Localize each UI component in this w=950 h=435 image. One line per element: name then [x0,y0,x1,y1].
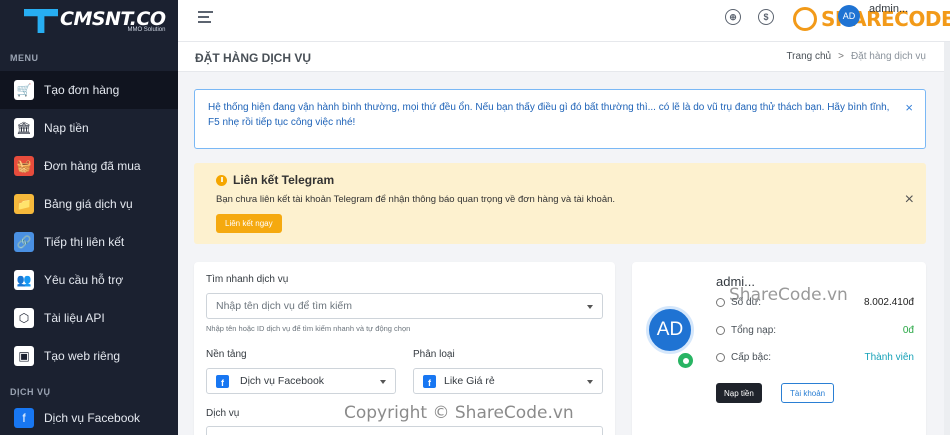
sidebar-item-api-docs[interactable]: ⬡ Tài liệu API [0,299,178,337]
rank-label: Cấp bậc: [731,352,772,363]
total-deposit-row: Tổng nạp: 0đ [716,325,914,336]
platform-label: Nền tảng [206,349,247,360]
sidebar-item-label: Đơn hàng đã mua [44,159,141,173]
balance-value: 8.002.410đ [863,297,914,308]
sidebar-item-label: Yêu cầu hỗ trợ [44,273,124,287]
basket-icon: 🧺 [14,156,34,176]
sharecode-logo-icon [793,7,817,31]
brand-logo[interactable]: CMSNT.CO MMO Solution [0,0,178,42]
folder-icon: 📁 [14,194,34,214]
breadcrumb-home[interactable]: Trang chủ [786,51,831,62]
globe-icon[interactable]: ⊕ [725,9,741,25]
currency-icon[interactable]: $ [758,9,774,25]
rank-row: Cấp bậc: Thành viên [716,352,914,363]
total-label: Tổng nạp: [731,325,777,336]
sidebar-item-create-site[interactable]: ▣ Tạo web riêng [0,337,178,375]
facebook-icon: f [423,374,436,388]
brand-tagline: MMO Solution [127,27,166,33]
telegram-text: Bạn chưa liên kết tài khoản Telegram để … [216,194,616,205]
sidebar-item-affiliate[interactable]: 🔗 Tiếp thị liên kết [0,223,178,261]
user-name[interactable]: admin... [869,3,908,15]
telegram-title: Liên kết Telegram [233,173,335,187]
wallet-icon [716,298,725,307]
telegram-alert: Liên kết Telegram Bạn chưa liên kết tài … [194,163,926,244]
menu-toggle-icon[interactable] [198,11,213,23]
rank-value: Thành viên [864,352,914,363]
sidebar-item-label: Nạp tiền [44,121,89,135]
facebook-icon: f [216,374,229,388]
chevron-down-icon [587,380,593,384]
notice-text: Hệ thống hiện đang vận hành bình thường,… [208,102,890,128]
breadcrumb-current: Đặt hàng dịch vụ [850,51,926,62]
sidebar-item-label: Dịch vụ Facebook [44,411,141,425]
avatar[interactable]: AD [838,5,860,27]
search-help: Nhập tên hoặc ID dịch vụ để tìm kiếm nha… [206,324,411,333]
category-label: Phân loại [413,349,455,360]
close-icon[interactable]: × [905,191,914,209]
chevron-down-icon [380,380,386,384]
logo-mark-icon [24,9,58,33]
order-form-card: Tìm nhanh dịch vụ Nhập tên dịch vụ để tì… [194,262,615,435]
page-header: ĐẶT HÀNG DỊCH VỤ Trang chủ > Đặt hàng dịch… [178,42,950,72]
sidebar-item-label: Tạo web riêng [44,349,121,363]
link-icon: 🔗 [14,232,34,252]
profile-card: AD admi... Số dư: 8.002.410đ Tổng nạp: 0… [632,262,926,435]
sidebar-item-label: Tiếp thị liên kết [44,235,125,249]
breadcrumb-separator: > [838,51,844,62]
platform-value: Dịch vụ Facebook [240,375,325,387]
menu-section-title: MENU [10,53,39,63]
balance-row: Số dư: 8.002.410đ [716,297,914,308]
category-value: Like Giá rẻ [444,375,495,387]
sidebar-item-support[interactable]: 👥 Yêu cầu hỗ trợ [0,261,178,299]
profile-name: admi... [716,274,756,289]
total-value: 0đ [902,325,914,336]
api-icon: ⬡ [14,308,34,328]
sidebar-item-create-order[interactable]: 🛒 Tạo đơn hàng [0,71,178,109]
page-scrollbar[interactable] [944,42,950,435]
close-icon[interactable]: × [905,100,913,115]
brand-name: CMSNT.CO [60,8,166,30]
service-label: Dịch vụ [206,408,240,419]
search-placeholder: Nhập tên dịch vụ để tìm kiếm [216,300,352,312]
sidebar-item-deposit[interactable]: 🏛 Nạp tiền [0,109,178,147]
sidebar-item-facebook[interactable]: f Dịch vụ Facebook [0,399,178,435]
link-telegram-button[interactable]: Liên kết ngay [216,214,282,233]
breadcrumb: Trang chủ > Đặt hàng dịch vụ [786,51,926,62]
search-label: Tìm nhanh dịch vụ [206,274,289,285]
platform-select[interactable]: f Dịch vụ Facebook [206,368,396,394]
page-title: ĐẶT HÀNG DỊCH VỤ [195,51,311,65]
service-section-title: DỊCH VỤ [10,387,51,397]
service-select[interactable] [206,426,603,435]
sidebar-item-orders[interactable]: 🧺 Đơn hàng đã mua [0,147,178,185]
avatar: AD [646,306,694,354]
info-icon [216,174,227,186]
facebook-icon: f [14,408,34,428]
terminal-icon: ▣ [14,346,34,366]
plus-circle-icon [716,326,725,335]
sidebar-item-label: Tạo đơn hàng [44,83,120,97]
account-button[interactable]: Tài khoản [781,383,835,403]
sidebar-item-label: Tài liệu API [44,311,105,325]
support-icon: 👥 [14,270,34,290]
shield-icon [716,353,725,362]
deposit-button[interactable]: Nạp tiền [716,383,762,403]
online-status-icon [676,351,695,370]
sidebar-item-label: Bảng giá dịch vụ [44,197,133,211]
chevron-down-icon [587,305,593,309]
balance-label: Số dư: [731,297,762,308]
category-select[interactable]: f Like Giá rẻ [413,368,603,394]
cart-icon: 🛒 [14,80,34,100]
sidebar: CMSNT.CO MMO Solution MENU 🛒 Tạo đơn hàn… [0,0,178,435]
topbar: ⊕ $ SHARECODE.vn AD admin... [178,0,950,42]
bank-icon: 🏛 [14,118,34,138]
system-notice: Hệ thống hiện đang vận hành bình thường,… [194,89,926,149]
sidebar-item-price-list[interactable]: 📁 Bảng giá dịch vụ [0,185,178,223]
service-search-select[interactable]: Nhập tên dịch vụ để tìm kiếm [206,293,603,319]
